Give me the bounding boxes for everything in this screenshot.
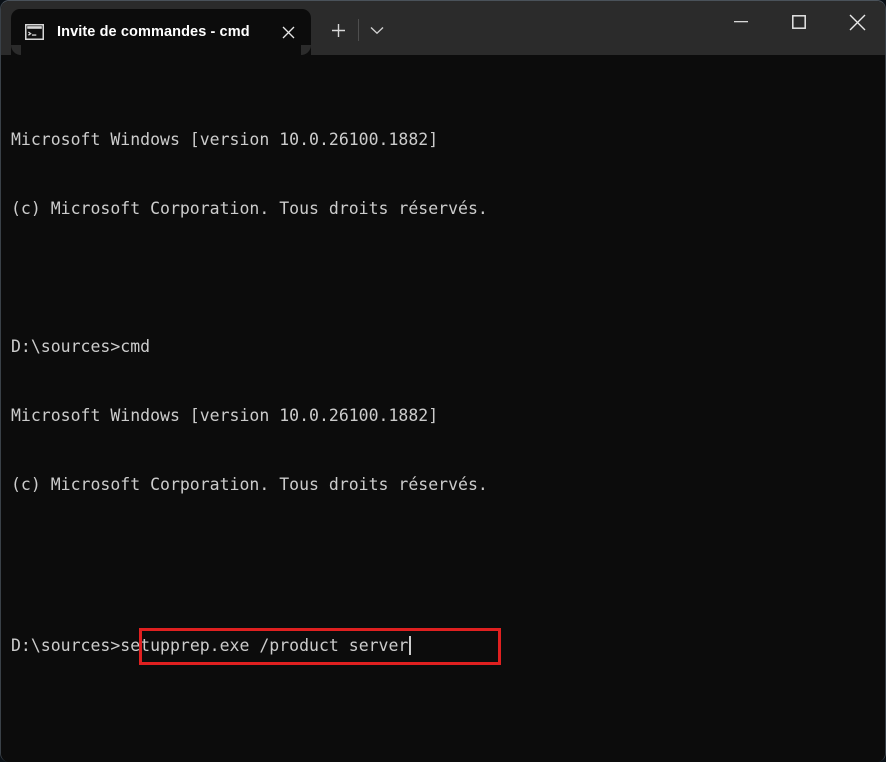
terminal-line: (c) Microsoft Corporation. Tous droits r… (11, 199, 488, 218)
chevron-down-icon[interactable] (361, 13, 393, 47)
tab-title-label: Invite de commandes - cmd (57, 24, 250, 40)
title-bar[interactable]: Invite de commandes - cmd (1, 1, 885, 55)
tab-left-notch (11, 45, 21, 55)
terminal-text-content: Microsoft Windows [version 10.0.26100.18… (11, 59, 871, 726)
tab-right-notch (301, 45, 311, 55)
new-tab-icon[interactable] (321, 13, 355, 47)
tab-close-icon[interactable] (273, 17, 303, 47)
console-icon (25, 24, 44, 40)
tab-bar-divider (358, 19, 359, 41)
window-close-button[interactable] (828, 1, 885, 43)
tab-invite-de-commandes[interactable]: Invite de commandes - cmd (11, 9, 311, 55)
terminal-line: (c) Microsoft Corporation. Tous droits r… (11, 475, 488, 494)
maximize-button[interactable] (770, 1, 828, 43)
minimize-button[interactable] (712, 1, 770, 43)
terminal-line: Microsoft Windows [version 10.0.26100.18… (11, 130, 439, 149)
terminal-output-area[interactable]: Microsoft Windows [version 10.0.26100.18… (1, 55, 885, 762)
terminal-line: D:\sources>cmd (11, 337, 151, 356)
command-input-text[interactable]: setupprep.exe /product server (120, 636, 408, 655)
text-cursor (409, 636, 412, 655)
terminal-line: Microsoft Windows [version 10.0.26100.18… (11, 406, 439, 425)
command-prompt-line: D:\sources>setupprep.exe /product server (11, 628, 871, 665)
terminal-window: Invite de commandes - cmd Microsoft Wind… (0, 0, 886, 762)
prompt-path-label: D:\sources> (11, 636, 121, 655)
